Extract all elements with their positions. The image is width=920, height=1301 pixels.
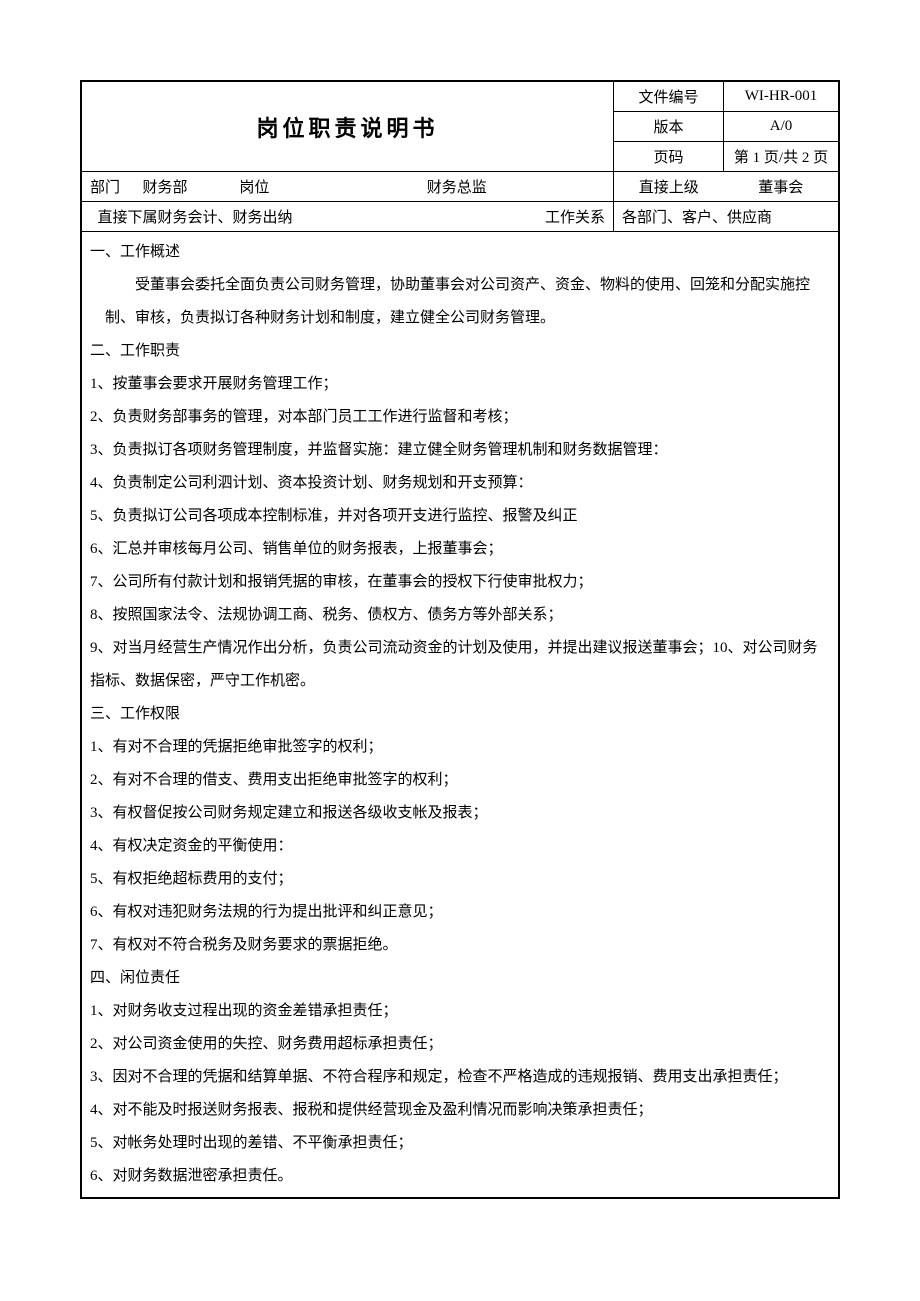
position-value: 财务总监	[427, 180, 487, 196]
s2-item: 2、负责财务部事务的管理，对本部门员工工作进行监督和考核；	[90, 401, 830, 434]
page-label: 页码	[614, 142, 724, 172]
subordinate-value: 直接下属财务会计、财务出纳	[98, 210, 293, 226]
s4-item: 6、对财务数据泄密承担责任。	[90, 1160, 830, 1193]
dept-cell: 部门 财务部	[82, 172, 232, 202]
s3-item: 5、有权拒绝超标费用的支付；	[90, 863, 830, 896]
s4-item: 4、对不能及时报送财务报表、报税和提供经营现金及盈利情况而影响决策承担责任；	[90, 1094, 830, 1127]
position-value-cell: 财务总监	[301, 172, 614, 202]
version-label: 版本	[614, 112, 724, 142]
relation-label: 工作关系	[545, 210, 605, 226]
section-4-title: 四、闲位责任	[90, 962, 830, 995]
position-label-cell: 岗位	[231, 172, 300, 202]
relation-value: 各部门、客户、供应商	[614, 202, 839, 232]
subordinate-cell: 直接下属财务会计、财务出纳	[82, 202, 301, 232]
s3-item: 2、有对不合理的借支、费用支出拒绝审批签字的权利；	[90, 764, 830, 797]
s4-item: 2、对公司资金使用的失控、财务费用超标承担责任；	[90, 1028, 830, 1061]
supervisor-label: 直接上级	[614, 172, 724, 202]
s2-item: 1、按董事会要求开展财务管理工作；	[90, 368, 830, 401]
s2-item: 3、负责拟订各项财务管理制度，并监督实施：建立健全财务管理机制和财务数据管理：	[90, 434, 830, 467]
supervisor-value: 董事会	[724, 172, 839, 202]
relation-label-cell: 工作关系	[301, 202, 614, 232]
page-value: 第 1 页/共 2 页	[724, 142, 839, 172]
s2-item: 4、负责制定公司利泗计划、资本投资计划、财务规划和开支预算：	[90, 467, 830, 500]
s4-item: 5、对帐务处理时出现的差错、不平衡承担责任；	[90, 1127, 830, 1160]
s4-item: 3、因对不合理的凭据和结算单据、不符合程序和规定，检查不严格造成的违规报销、费用…	[90, 1061, 830, 1094]
section-1-title: 一、工作概述	[90, 236, 830, 269]
body-cell: 一、工作概述 受董事会委托全面负责公司财务管理，协助董事会对公司资产、资金、物料…	[82, 232, 839, 1198]
position-label: 岗位	[239, 180, 269, 196]
s2-item: 5、负责拟订公司各项成本控制标准，并对各项开支进行监控、报警及纠正	[90, 500, 830, 533]
s3-item: 6、有权对违犯财务法規的行为提出批评和纠正意见；	[90, 896, 830, 929]
section-1-body: 受董事会委托全面负责公司财务管理，协助董事会对公司资产、资金、物料的使用、回笼和…	[90, 269, 830, 335]
s3-item: 7、有权对不符合税务及财务要求的票据拒绝。	[90, 929, 830, 962]
section-2-title: 二、工作职责	[90, 335, 830, 368]
s2-item: 9、对当月经营生产情况作出分析，负责公司流动资金的计划及使用，并提出建议报送董事…	[90, 632, 830, 698]
doc-title: 岗位职责说明书	[82, 82, 614, 172]
doc-no-value: WI-HR-001	[724, 82, 839, 112]
s3-item: 1、有对不合理的凭据拒绝审批签字的权利；	[90, 731, 830, 764]
s3-item: 3、有权督促按公司财务规定建立和报送各级收支帐及报表；	[90, 797, 830, 830]
s2-item: 7、公司所有付款计划和报销凭据的审核，在董事会的授权下行使审批权力；	[90, 566, 830, 599]
s2-item: 6、汇总并审核每月公司、销售单位的财务报表，上报董事会；	[90, 533, 830, 566]
s2-item: 8、按照国家法令、法规协调工商、税务、债权方、债务方等外部关系；	[90, 599, 830, 632]
dept-label: 部门	[90, 180, 120, 196]
info-row-2: 直接下属财务会计、财务出纳 工作关系 各部门、客户、供应商	[82, 202, 839, 232]
version-value: A/0	[724, 112, 839, 142]
section-3-title: 三、工作权限	[90, 698, 830, 731]
info-row-1: 部门 财务部 岗位 财务总监 直接上级 董事会	[82, 172, 839, 202]
s4-item: 1、对财务收支过程出现的资金差错承担责任；	[90, 995, 830, 1028]
dept-value: 财务部	[143, 180, 188, 196]
header-table: 岗位职责说明书 文件编号 WI-HR-001 版本 A/0 页码 第 1 页/共…	[81, 81, 839, 1198]
doc-no-label: 文件编号	[614, 82, 724, 112]
document-container: 岗位职责说明书 文件编号 WI-HR-001 版本 A/0 页码 第 1 页/共…	[80, 80, 840, 1199]
s3-item: 4、有权决定资金的平衡使用：	[90, 830, 830, 863]
